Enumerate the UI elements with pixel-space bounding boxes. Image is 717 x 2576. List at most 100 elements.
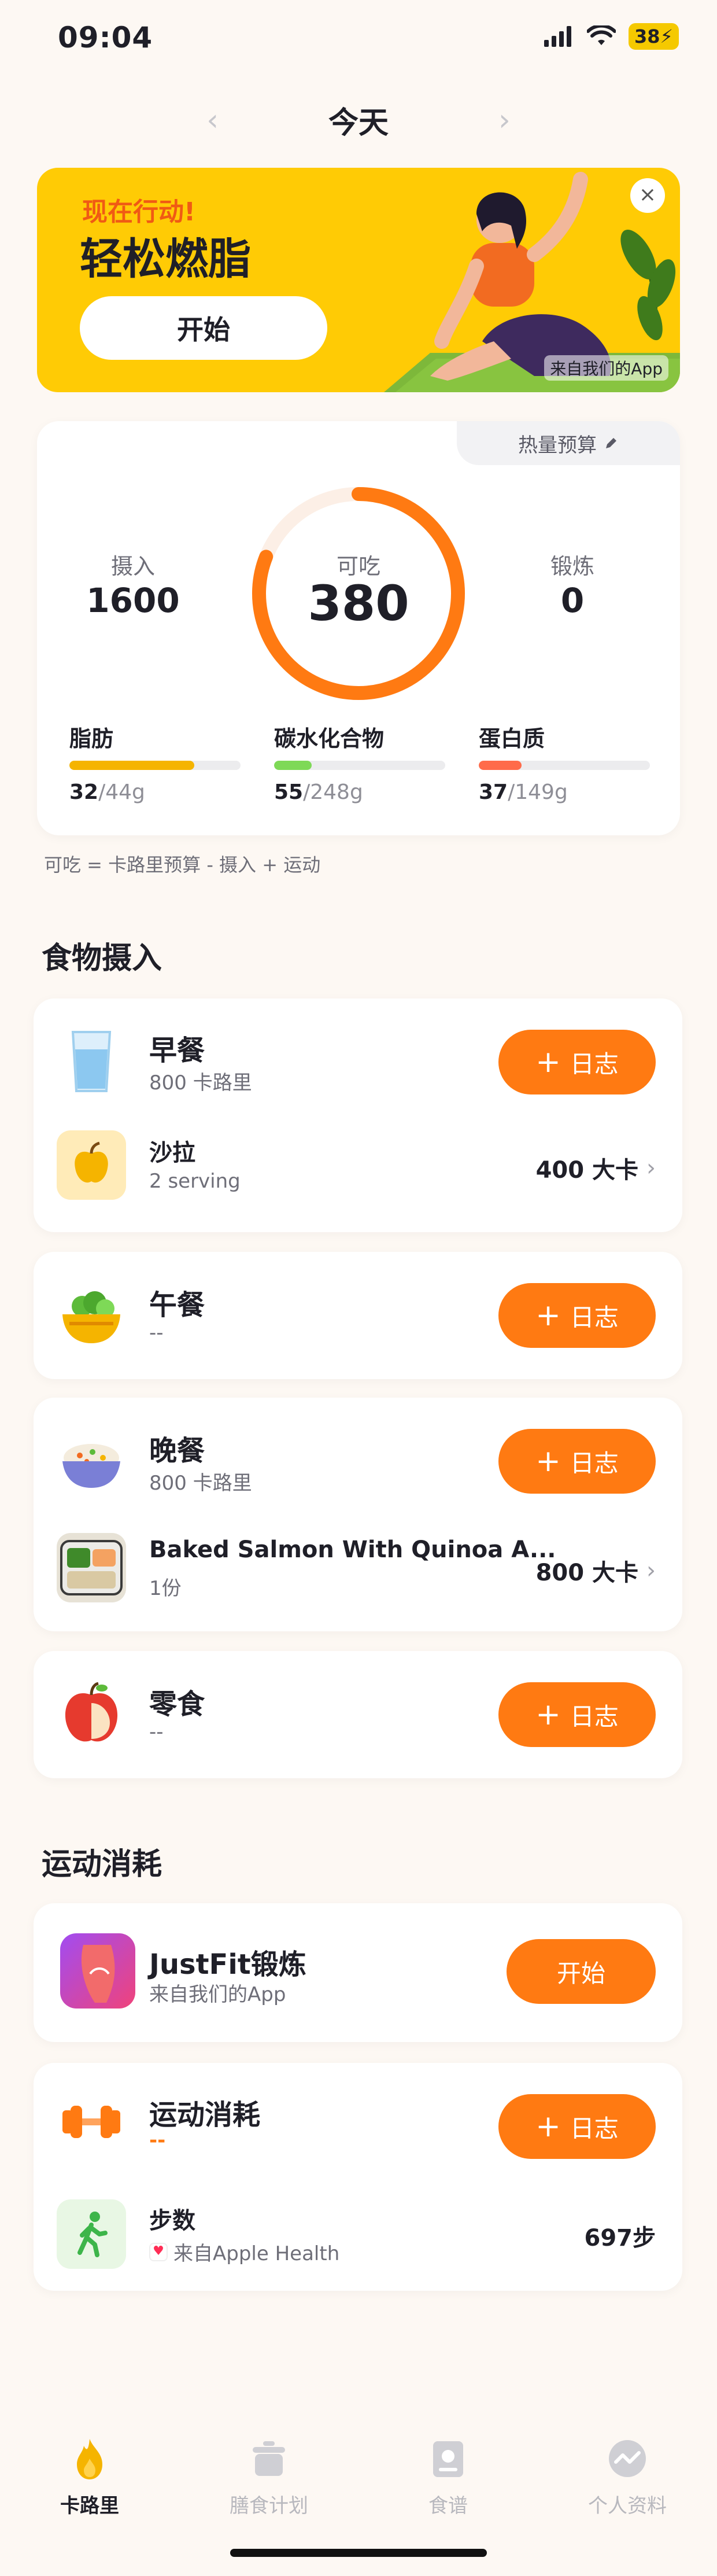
tab-label: 卡路里: [60, 2494, 119, 2518]
macro-current: 55: [274, 780, 304, 804]
snack-card: 零食 -- + 日志: [34, 1651, 682, 1778]
macro-progress-bar: [479, 761, 650, 770]
exercise-value: 0: [560, 581, 585, 620]
log-label: 日志: [570, 1049, 619, 1078]
snack-log-button[interactable]: + 日志: [498, 1682, 656, 1747]
steps-thumbnail: [57, 2199, 126, 2269]
rice-bowl-icon: [62, 1444, 120, 1488]
exercise-section-title: 运动消耗: [42, 1847, 162, 1882]
chevron-right-icon: ›: [646, 1155, 656, 1181]
salad-bowl-icon: [62, 1291, 120, 1343]
exercise-name: 运动消耗: [149, 2099, 261, 2131]
apple-icon: [75, 1141, 108, 1183]
meal-name: 晚餐: [149, 1435, 205, 1467]
breakfast-card: 早餐 800 卡路里 + 日志 沙拉 2 serving 400 大卡 ›: [34, 998, 682, 1232]
macro-target: /44g: [98, 780, 145, 804]
food-item-salmon[interactable]: Baked Salmon With Quinoa A... 1份 800 大卡 …: [34, 1528, 682, 1609]
macro-target: /248g: [303, 780, 363, 804]
dinner-log-button[interactable]: + 日志: [498, 1429, 656, 1494]
exercise-card: 运动消耗 -- + 日志 步数 ♥ 来自Apple Health 697步: [34, 2063, 682, 2291]
food-thumbnail: [57, 1533, 126, 1602]
macro-progress-bar: [69, 761, 241, 770]
dinner-card: 晚餐 800 卡路里 + 日志 Baked Salmon With Quinoa…: [34, 1398, 682, 1631]
close-icon[interactable]: ×: [630, 178, 665, 213]
food-kcal-value: 400 大卡: [535, 1157, 638, 1184]
flame-icon: [77, 2439, 102, 2479]
log-label: 日志: [570, 2114, 619, 2143]
wifi-icon: [587, 25, 616, 45]
exercise-log-button[interactable]: + 日志: [498, 2094, 656, 2159]
banner-start-button[interactable]: 开始: [80, 296, 327, 360]
food-item-salad[interactable]: 沙拉 2 serving 400 大卡 ›: [34, 1126, 682, 1207]
food-serving: 2 serving: [149, 1170, 241, 1193]
heart-icon: ♥: [149, 2242, 168, 2261]
macro-name: 蛋白质: [479, 726, 545, 751]
food-name: Baked Salmon With Quinoa A...: [149, 1536, 556, 1563]
plus-icon: +: [535, 2109, 561, 2144]
banner-source: 来自我们的App: [544, 355, 668, 381]
tab-meal-plan[interactable]: 膳食计划: [179, 2435, 358, 2518]
previous-day-icon[interactable]: ‹: [206, 103, 219, 138]
pencil-icon: [606, 438, 616, 448]
log-label: 日志: [570, 1303, 619, 1332]
steps-name: 步数: [149, 2208, 195, 2234]
macro-value: 32/44g: [69, 780, 241, 804]
food-name: 沙拉: [149, 1140, 195, 1166]
log-label: 日志: [570, 1702, 619, 1731]
lunch-log-button[interactable]: + 日志: [498, 1283, 656, 1348]
banner-subtitle: 现在行动!: [82, 197, 196, 227]
macro-carbs: 碳水化合物 55/248g: [274, 721, 445, 804]
plus-icon: +: [535, 1697, 561, 1732]
tab-recipes[interactable]: 食谱: [358, 2435, 538, 2518]
home-indicator: [230, 2549, 487, 2557]
next-day-icon[interactable]: ›: [498, 103, 511, 138]
macro-progress-bar: [274, 761, 445, 770]
status-icons: 38⚡: [544, 23, 679, 50]
calorie-budget-tab[interactable]: 热量预算: [457, 421, 680, 465]
steps-source-label: 来自Apple Health: [173, 2242, 340, 2265]
battery-indicator: 38⚡: [629, 23, 679, 50]
status-time: 09:04: [58, 21, 153, 54]
exercise-calories: --: [149, 2129, 166, 2152]
meal-calories: 800 卡路里: [149, 1472, 252, 1495]
justfit-start-button[interactable]: 开始: [507, 1939, 656, 2004]
log-label: 日志: [570, 1449, 619, 1477]
tab-profile[interactable]: 个人资料: [538, 2435, 717, 2518]
breakfast-log-button[interactable]: + 日志: [498, 1030, 656, 1094]
macro-protein: 蛋白质 37/149g: [479, 721, 650, 804]
tab-label: 个人资料: [588, 2494, 667, 2518]
battery-level: 38: [634, 25, 660, 47]
food-kcal: 800 大卡 ›: [536, 1554, 656, 1587]
plus-icon: +: [535, 1444, 561, 1479]
meal-name: 零食: [149, 1688, 205, 1720]
intake-label: 摄入: [110, 554, 155, 579]
macro-current: 37: [479, 780, 508, 804]
tab-calories[interactable]: 卡路里: [0, 2435, 179, 2518]
profile-chart-icon: [609, 2440, 646, 2477]
macro-name: 碳水化合物: [274, 726, 385, 751]
macro-progress-fill: [479, 761, 522, 770]
pot-icon: [253, 2441, 285, 2476]
date-title: 今天: [328, 106, 389, 141]
macro-target: /149g: [508, 780, 568, 804]
salmon-dish-image: [60, 1540, 123, 1595]
macro-value: 37/149g: [479, 780, 650, 804]
steps-row[interactable]: 步数 ♥ 来自Apple Health 697步: [34, 2194, 682, 2275]
justfit-name: JustFit锻炼: [149, 1948, 306, 1981]
steps-source: ♥ 来自Apple Health: [149, 2238, 339, 2266]
promo-banner[interactable]: 现在行动! 轻松燃脂 开始 × 来自我们的App: [37, 168, 680, 392]
food-serving: 1份: [149, 1577, 182, 1600]
plus-icon: +: [535, 1298, 561, 1333]
justfit-source: 来自我们的App: [149, 1983, 286, 2006]
water-glass-icon: [71, 1031, 112, 1092]
signal-icon: [544, 26, 571, 47]
justfit-app-icon: [60, 1933, 135, 2009]
food-kcal: 400 大卡 ›: [536, 1151, 656, 1185]
meal-calories: --: [149, 1321, 164, 1344]
food-section-title: 食物摄入: [42, 941, 162, 976]
remaining-value: 380: [308, 575, 409, 632]
macro-current: 32: [69, 780, 99, 804]
calorie-formula: 可吃 = 卡路里预算 - 摄入 + 运动: [44, 854, 321, 876]
tab-label: 食谱: [428, 2494, 468, 2518]
exercise-label: 锻炼: [550, 554, 594, 579]
